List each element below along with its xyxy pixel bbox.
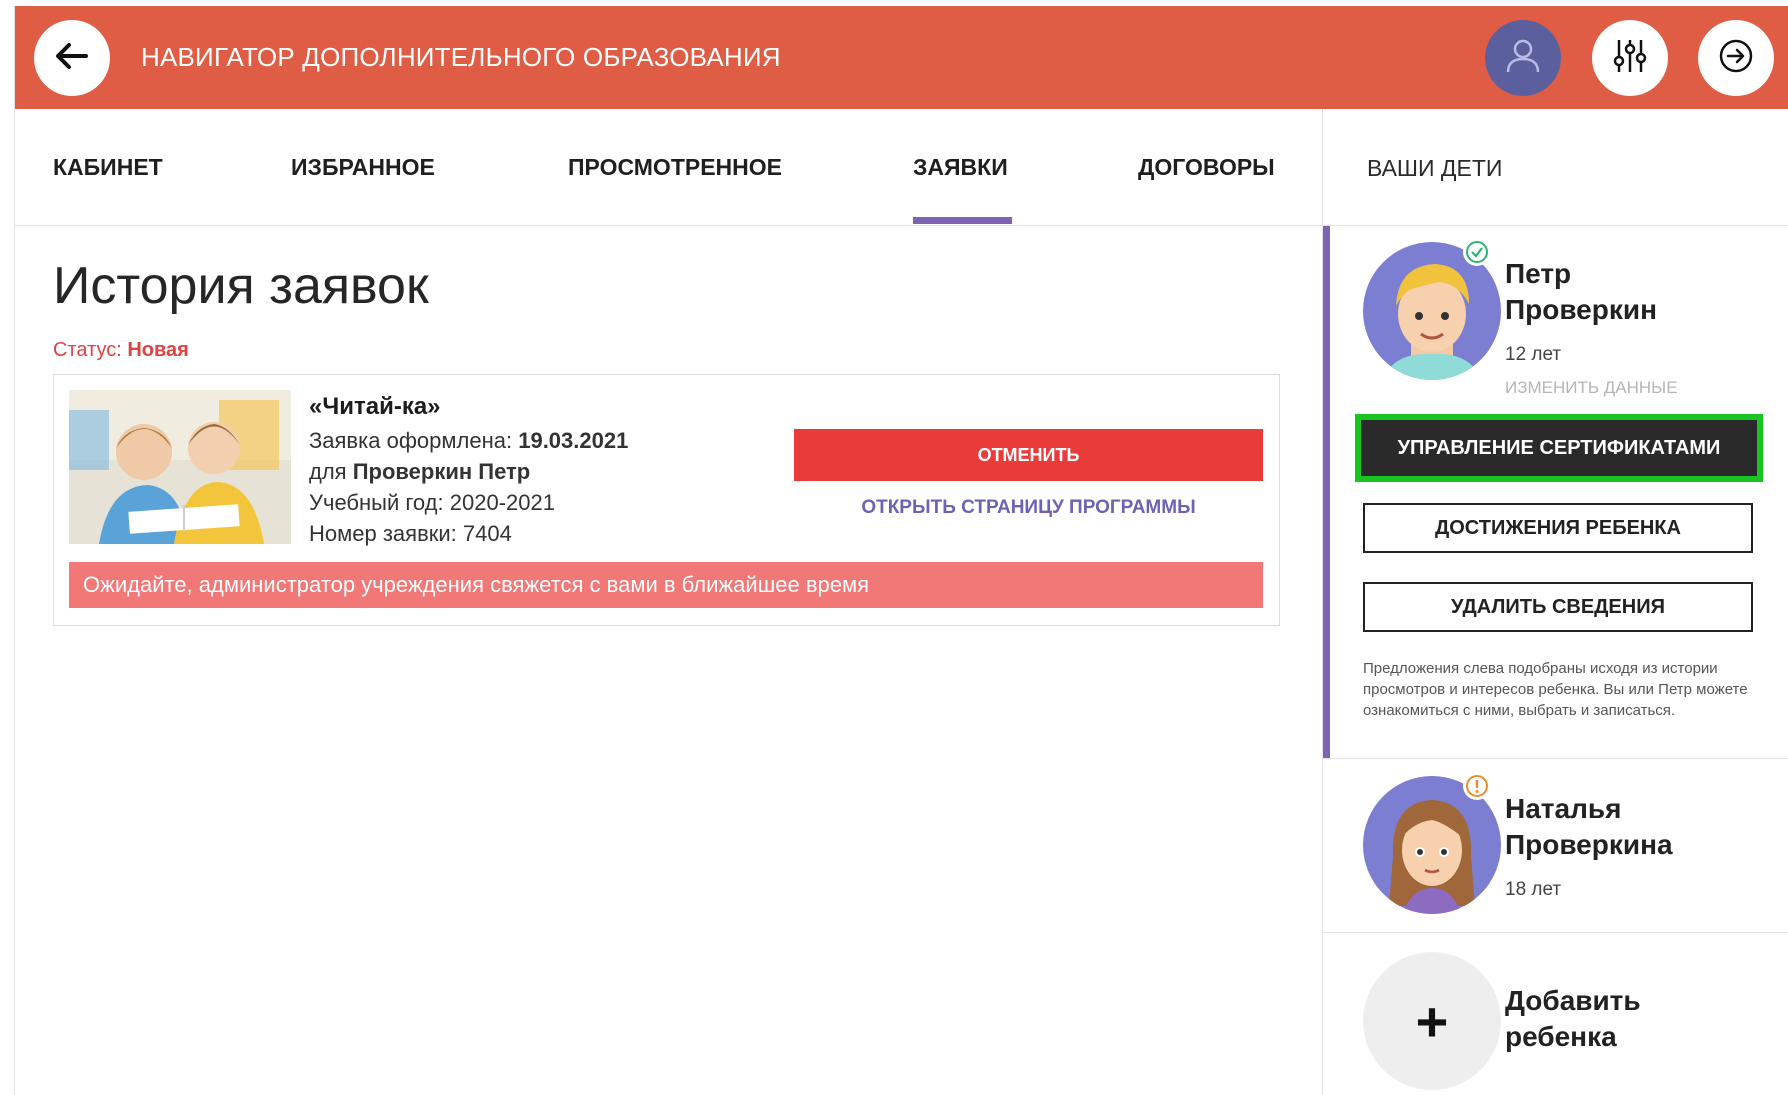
status-value: Новая xyxy=(127,339,189,361)
back-button[interactable] xyxy=(34,20,110,96)
warning-icon xyxy=(1463,772,1491,800)
children-header: ВАШИ ДЕТИ xyxy=(1322,109,1788,226)
logout-icon xyxy=(1716,36,1756,81)
check-icon xyxy=(1463,238,1491,266)
cancel-button[interactable]: ОТМЕНИТЬ xyxy=(794,429,1263,481)
tab-viewed[interactable]: ПРОСМОТРЕННОЕ xyxy=(568,154,782,181)
academic-year: Учебный год: 2020-2021 xyxy=(309,490,555,515)
child-last-name: Проверкина xyxy=(1505,829,1673,860)
app-frame: НАВИГАТОР ДОПОЛНИТЕЛЬНОГО ОБРАЗОВАНИЯ КА… xyxy=(14,6,1788,1095)
logout-button[interactable] xyxy=(1698,20,1774,96)
application-card: «Читай-ка» Заявка оформлена: 19.03.2021 … xyxy=(53,374,1280,626)
sliders-icon xyxy=(1610,36,1650,81)
user-icon xyxy=(1503,36,1543,81)
tab-favorites[interactable]: ИЗБРАННОЕ xyxy=(291,154,435,181)
active-child-indicator xyxy=(1323,226,1330,758)
child-age: 12 лет xyxy=(1505,344,1562,365)
status-filter[interactable]: Статус: Новая xyxy=(53,339,189,362)
child-first-name: Петр xyxy=(1505,258,1572,289)
status-notice: Ожидайте, администратор учреждения свяже… xyxy=(69,562,1263,608)
plus-icon: + xyxy=(1363,952,1501,1090)
children-header-label: ВАШИ ДЕТИ xyxy=(1367,155,1503,181)
issued-line: Заявка оформлена: 19.03.2021 xyxy=(309,425,628,456)
filters-button[interactable] xyxy=(1592,20,1668,96)
add-child-label: Добавить ребенка xyxy=(1505,983,1641,1055)
program-image xyxy=(69,390,291,544)
issued-date: 19.03.2021 xyxy=(518,428,629,453)
edit-child-link[interactable]: ИЗМЕНИТЬ ДАННЫЕ xyxy=(1505,378,1678,398)
child-name-natalia: Наталья Проверкина xyxy=(1505,791,1673,863)
for-label: для xyxy=(309,459,347,484)
child-age: 18 лет xyxy=(1505,879,1562,900)
add-child-line1: Добавить xyxy=(1505,985,1641,1016)
child-card-active[interactable]: Петр Проверкин 12 лет ИЗМЕНИТЬ ДАННЫЕ УП… xyxy=(1323,226,1788,758)
for-line: для Проверкин Петр xyxy=(309,456,628,487)
child-name-petr: Петр Проверкин xyxy=(1505,256,1657,328)
main-tabs: КАБИНЕТ ИЗБРАННОЕ ПРОСМОТРЕННОЕ ЗАЯВКИ Д… xyxy=(15,109,1322,226)
application-number: Номер заявки: 7404 xyxy=(309,521,512,546)
child-last-name: Проверкин xyxy=(1505,294,1657,325)
delete-info-button[interactable]: УДАЛИТЬ СВЕДЕНИЯ xyxy=(1363,582,1753,632)
add-child-button[interactable]: + Добавить ребенка xyxy=(1323,933,1788,1095)
application-child-name: Проверкин Петр xyxy=(352,459,531,484)
top-header: НАВИГАТОР ДОПОЛНИТЕЛЬНОГО ОБРАЗОВАНИЯ xyxy=(15,6,1788,109)
achievements-button[interactable]: ДОСТИЖЕНИЯ РЕБЕНКА xyxy=(1363,503,1753,553)
issued-label: Заявка оформлена: xyxy=(309,428,513,453)
tab-contracts[interactable]: ДОГОВОРЫ xyxy=(1138,154,1275,181)
status-label: Статус: xyxy=(53,339,122,361)
active-tab-indicator xyxy=(913,217,1012,224)
profile-button[interactable] xyxy=(1485,20,1561,96)
tab-cabinet[interactable]: КАБИНЕТ xyxy=(53,154,163,181)
add-child-line2: ребенка xyxy=(1505,1021,1617,1052)
manage-certificates-button[interactable]: УПРАВЛЕНИЕ СЕРТИФИКАТАМИ xyxy=(1361,420,1757,476)
recommendations-hint: Предложения слева подобраны исходя из ис… xyxy=(1363,660,1748,719)
application-details: «Читай-ка» Заявка оформлена: 19.03.2021 … xyxy=(309,391,628,549)
certificates-highlight: УПРАВЛЕНИЕ СЕРТИФИКАТАМИ xyxy=(1355,414,1763,482)
open-program-link[interactable]: ОТКРЫТЬ СТРАНИЦУ ПРОГРАММЫ xyxy=(794,497,1263,519)
program-title: «Читай-ка» xyxy=(309,393,441,420)
child-card-natalia[interactable]: Наталья Проверкина 18 лет xyxy=(1323,759,1788,932)
arrow-left-icon xyxy=(52,36,92,81)
children-panel: Петр Проверкин 12 лет ИЗМЕНИТЬ ДАННЫЕ УП… xyxy=(1322,226,1788,1095)
child-first-name: Наталья xyxy=(1505,793,1622,824)
app-title: НАВИГАТОР ДОПОЛНИТЕЛЬНОГО ОБРАЗОВАНИЯ xyxy=(141,42,781,72)
page-title: История заявок xyxy=(53,257,429,315)
tab-applications[interactable]: ЗАЯВКИ xyxy=(913,154,1008,181)
